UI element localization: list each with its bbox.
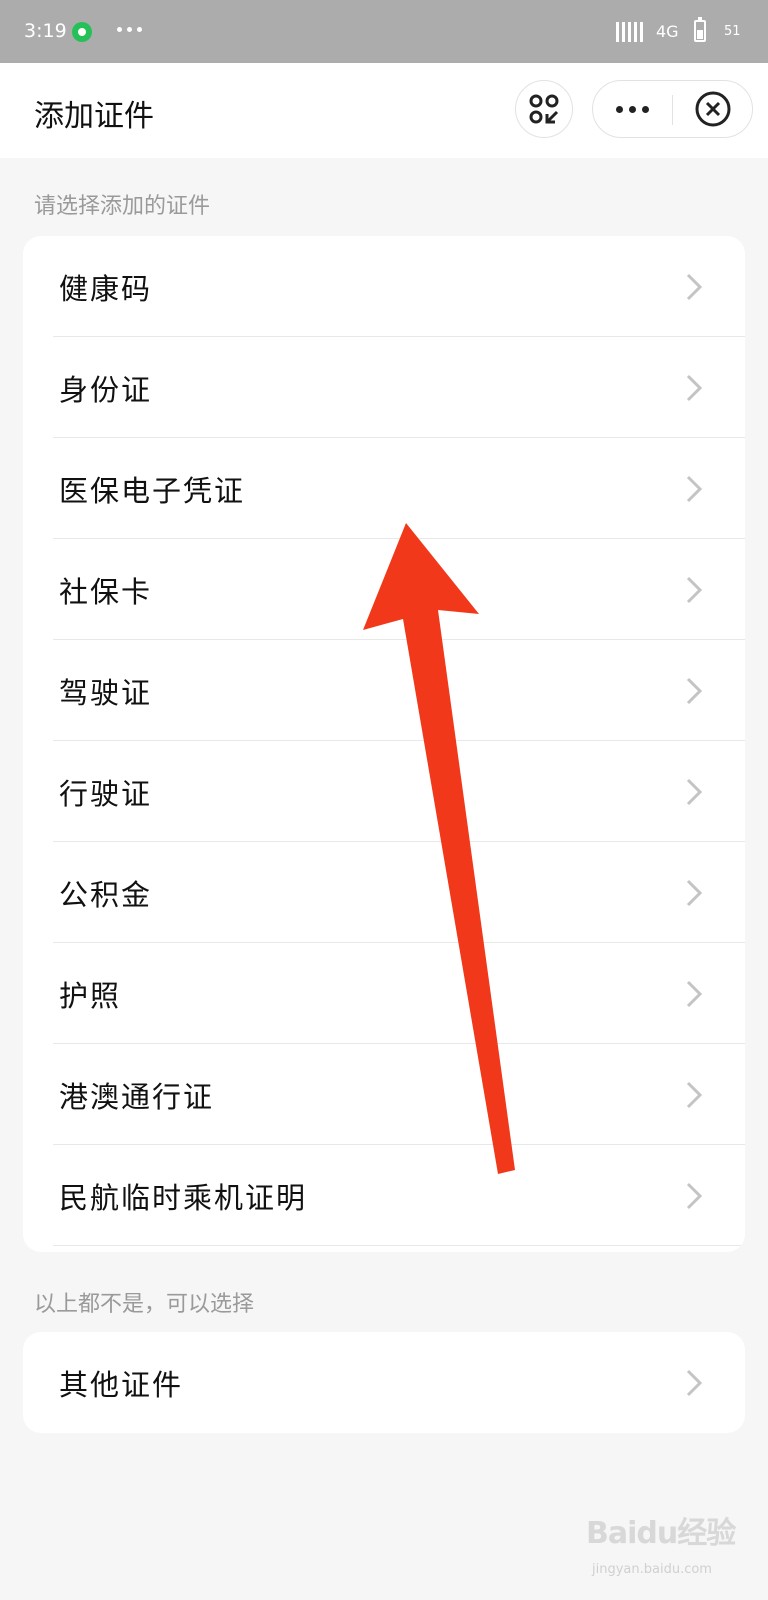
chat-notification-icon xyxy=(72,22,92,42)
document-list: 健康码 身份证 医保电子凭证 社保卡 驾驶证 行驶证 公积金 护照 港澳通行证 … xyxy=(23,236,745,1252)
document-item-medical-insurance[interactable]: 医保电子凭证 xyxy=(23,438,745,539)
document-item-health-code[interactable]: 健康码 xyxy=(23,236,745,337)
watermark-url: jingyan.baidu.com xyxy=(592,1562,712,1577)
network-type: 4G xyxy=(656,22,679,41)
nav-bar: 添加证件 xyxy=(0,63,768,158)
close-button[interactable] xyxy=(673,81,752,137)
screen: 3:19 4G 51 添加证件 请选择添加的证件 健康码 身份证 医保电子凭证 … xyxy=(0,0,768,1600)
document-label: 驾驶证 xyxy=(59,675,153,710)
document-item-temporary-boarding-certificate[interactable]: 民航临时乘机证明 xyxy=(23,1145,745,1246)
chevron-right-icon xyxy=(686,879,703,907)
capsule-menu xyxy=(592,80,753,138)
chevron-right-icon xyxy=(686,576,703,604)
document-label: 社保卡 xyxy=(59,574,153,609)
other-document-header: 以上都不是，可以选择 xyxy=(34,1292,255,1317)
divider xyxy=(53,1245,745,1246)
chevron-right-icon xyxy=(686,980,703,1008)
document-label: 健康码 xyxy=(59,271,153,306)
document-label: 民航临时乘机证明 xyxy=(59,1180,308,1215)
document-item-other[interactable]: 其他证件 xyxy=(23,1332,745,1433)
chevron-right-icon xyxy=(686,677,703,705)
signal-icon xyxy=(616,22,643,42)
document-label: 港澳通行证 xyxy=(59,1079,215,1114)
document-label: 护照 xyxy=(59,978,122,1013)
chevron-right-icon xyxy=(686,778,703,806)
document-item-housing-fund[interactable]: 公积金 xyxy=(23,842,745,943)
chevron-right-icon xyxy=(686,1369,703,1397)
choose-document-header: 请选择添加的证件 xyxy=(34,194,211,219)
chevron-right-icon xyxy=(686,374,703,402)
battery-icon xyxy=(694,17,706,42)
document-label: 其他证件 xyxy=(59,1367,184,1402)
watermark-logo: Baidu经验 jingyan.baidu.com xyxy=(586,1508,736,1588)
document-item-driver-license[interactable]: 驾驶证 xyxy=(23,640,745,741)
battery-level: 51 xyxy=(724,24,741,39)
document-item-social-security-card[interactable]: 社保卡 xyxy=(23,539,745,640)
document-label: 行驶证 xyxy=(59,776,153,811)
chevron-right-icon xyxy=(686,1182,703,1210)
page-title: 添加证件 xyxy=(34,99,154,134)
document-item-id-card[interactable]: 身份证 xyxy=(23,337,745,438)
watermark-text: Baidu经验 xyxy=(586,1516,736,1551)
other-document-list: 其他证件 xyxy=(23,1332,745,1433)
scan-icon xyxy=(529,94,559,124)
chevron-right-icon xyxy=(686,475,703,503)
scan-button[interactable] xyxy=(515,80,573,138)
more-button[interactable] xyxy=(593,81,672,137)
status-bar: 3:19 4G 51 xyxy=(0,0,768,63)
close-icon xyxy=(695,91,730,127)
document-label: 医保电子凭证 xyxy=(59,473,246,508)
chevron-right-icon xyxy=(686,1081,703,1109)
document-item-vehicle-license[interactable]: 行驶证 xyxy=(23,741,745,842)
more-notifications-icon xyxy=(117,27,142,32)
document-item-passport[interactable]: 护照 xyxy=(23,943,745,1044)
document-item-hk-macau-permit[interactable]: 港澳通行证 xyxy=(23,1044,745,1145)
chevron-right-icon xyxy=(686,273,703,301)
document-label: 公积金 xyxy=(59,877,153,912)
document-label: 身份证 xyxy=(59,372,153,407)
status-time: 3:19 xyxy=(24,20,67,42)
